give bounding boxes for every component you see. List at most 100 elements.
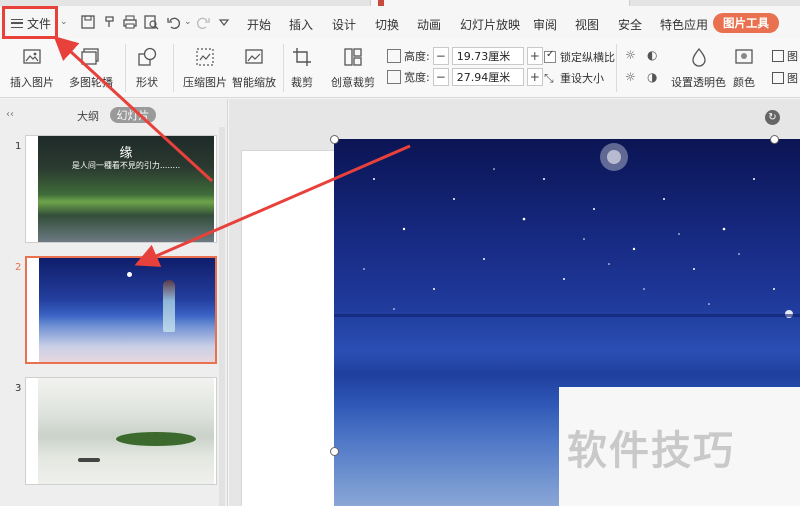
set-transparent-button[interactable]: 设置透明色	[671, 46, 726, 90]
format-painter-icon[interactable]	[102, 14, 118, 30]
tab-outline[interactable]: 大纲	[77, 108, 99, 124]
height-input[interactable]: 19.73厘米	[451, 47, 524, 65]
height-icon	[387, 49, 401, 63]
slide-thumbnail-3[interactable]	[25, 377, 217, 485]
aurora-image: 缘 是人间一種看不見的引力........	[38, 136, 214, 242]
picture-icon	[21, 46, 43, 68]
annotation-highlight-box	[2, 6, 58, 39]
picture-effects-label: 图	[787, 50, 798, 63]
misty-lake-image	[38, 378, 214, 484]
shape-label: 形状	[136, 76, 158, 89]
slide-thumbnail-pane: ‹‹ 大纲 幻灯片 1 缘 是人间一種看不見的引力........ 2 3	[0, 99, 228, 506]
watermark-text: 软件技巧	[567, 428, 735, 474]
resize-handle-top-left[interactable]	[330, 135, 339, 144]
resize-handle-left[interactable]	[330, 447, 339, 456]
contrast-down-icon[interactable]: ◑	[647, 70, 661, 84]
contrast-up-icon[interactable]: ◐	[647, 48, 661, 62]
slide-thumbnail-1[interactable]: 缘 是人间一種看不見的引力........	[25, 135, 217, 243]
shape-button[interactable]: 形状	[136, 46, 158, 90]
creative-crop-icon	[342, 46, 364, 68]
slide-number: 3	[15, 383, 22, 394]
menu-security[interactable]: 安全	[618, 16, 642, 33]
width-increase-button[interactable]: +	[526, 68, 543, 86]
picture-effects-label-2: 图	[787, 72, 798, 85]
picture-frame-icon	[772, 72, 784, 84]
customize-toolbar-icon[interactable]	[216, 14, 232, 30]
height-increase-button[interactable]: +	[526, 47, 543, 65]
undo-dropdown-icon[interactable]: ⌄	[184, 17, 192, 27]
night-sea-image	[39, 258, 215, 362]
collapse-pane-button[interactable]: ‹‹	[6, 109, 14, 120]
reset-size-icon: ⤡	[544, 71, 554, 85]
menu-insert[interactable]: 插入	[289, 16, 313, 33]
resize-handle-top[interactable]	[770, 135, 779, 144]
menu-bar: 文件 ⌄ ⌄ 开始 插入 设计 切换 动画 幻灯片放映 审阅 视图 安全 特色应…	[0, 6, 800, 38]
insert-picture-label: 插入图片	[10, 76, 54, 89]
multi-picture-button[interactable]: 多图轮播	[69, 46, 113, 90]
width-decrease-button[interactable]: −	[432, 68, 449, 86]
compress-icon	[194, 46, 216, 68]
menu-home[interactable]: 开始	[247, 16, 271, 33]
smart-zoom-button[interactable]: 智能缩放	[232, 46, 276, 90]
menu-features[interactable]: 特色应用	[660, 16, 708, 33]
ribbon-separator	[616, 44, 617, 92]
smart-zoom-icon	[243, 46, 265, 68]
width-input[interactable]: 27.94厘米	[451, 68, 524, 86]
menu-transition[interactable]: 切换	[375, 16, 399, 33]
reset-size-label: 重设大小	[560, 72, 604, 85]
height-label: 高度:	[404, 50, 430, 63]
color-label: 颜色	[733, 76, 755, 89]
girl-figure	[163, 280, 175, 332]
multi-picture-label: 多图轮播	[69, 76, 113, 89]
brightness-up-icon[interactable]: ☼	[625, 48, 639, 62]
ribbon-separator	[283, 44, 284, 92]
insert-picture-button[interactable]: 插入图片	[10, 46, 54, 90]
menu-review[interactable]: 审阅	[533, 16, 557, 33]
carousel-icon	[80, 46, 102, 68]
smart-zoom-label: 智能缩放	[232, 76, 276, 89]
pane-scrollbar[interactable]	[219, 127, 225, 506]
picture-effects-button-2[interactable]: 图	[772, 70, 798, 86]
dropper-icon	[688, 46, 710, 68]
redo-icon[interactable]	[195, 14, 211, 30]
print-preview-icon[interactable]	[143, 14, 159, 30]
moon-shape	[127, 272, 132, 277]
picture-effects-button[interactable]: 图	[772, 48, 798, 64]
height-row: 高度: − 19.73厘米 +	[387, 47, 543, 65]
rotate-handle-icon[interactable]: ↻	[765, 110, 780, 125]
slide-number: 2	[15, 262, 22, 273]
creative-crop-label: 创意裁剪	[331, 76, 375, 89]
compress-picture-button[interactable]: 压缩图片	[183, 46, 227, 90]
reset-size-button[interactable]: ⤡ 重设大小	[544, 70, 604, 86]
tab-picture-tools[interactable]: 图片工具	[713, 13, 779, 33]
set-transparent-label: 设置透明色	[671, 76, 726, 89]
ribbon-separator	[173, 44, 174, 92]
slide-number: 1	[15, 141, 22, 152]
height-decrease-button[interactable]: −	[432, 47, 449, 65]
tab-slides[interactable]: 幻灯片	[110, 107, 156, 123]
brightness-down-icon[interactable]: ☼	[625, 70, 639, 84]
width-row: 宽度: − 27.94厘米 +	[387, 68, 543, 86]
island-shape	[116, 432, 196, 446]
slide-thumbnail-2[interactable]	[25, 256, 217, 364]
creative-crop-button[interactable]: 创意裁剪	[331, 46, 375, 90]
menu-slideshow[interactable]: 幻灯片放映	[460, 16, 520, 33]
ribbon-separator	[125, 44, 126, 92]
menu-view[interactable]: 视图	[575, 16, 599, 33]
width-label: 宽度:	[404, 71, 430, 84]
boat-shape	[78, 458, 100, 462]
lock-ratio-label: 锁定纵横比	[560, 51, 615, 64]
menu-design[interactable]: 设计	[332, 16, 356, 33]
undo-icon[interactable]	[166, 14, 182, 30]
lock-ratio-checkbox[interactable]: 锁定纵横比	[544, 49, 615, 65]
file-dropdown-icon[interactable]: ⌄	[60, 17, 68, 27]
menu-animation[interactable]: 动画	[417, 16, 441, 33]
save-icon[interactable]	[80, 14, 96, 30]
print-icon[interactable]	[122, 14, 138, 30]
crop-label: 裁剪	[291, 76, 313, 89]
color-button[interactable]: 颜色	[733, 46, 755, 90]
checkbox-checked-icon	[544, 49, 556, 63]
color-icon	[733, 46, 755, 68]
picture-frame-icon	[772, 50, 784, 62]
crop-button[interactable]: 裁剪	[291, 46, 313, 90]
